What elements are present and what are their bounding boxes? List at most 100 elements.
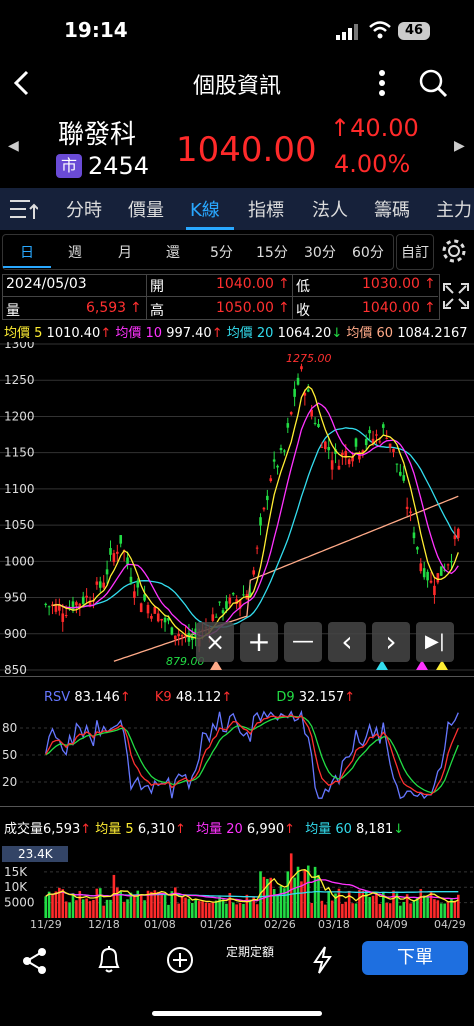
candle-body: [98, 581, 102, 588]
period-15min[interactable]: 15分: [256, 242, 288, 262]
tab-main-force[interactable]: 主力: [436, 196, 472, 222]
jump-to-latest-button[interactable]: ▶|: [416, 622, 454, 662]
candle-body: [324, 441, 327, 450]
volume-bar: [221, 899, 225, 918]
lightning-icon[interactable]: [310, 945, 334, 975]
volume-bar: [75, 900, 78, 918]
candlesticks: [44, 363, 460, 653]
candle-body: [119, 535, 123, 544]
up-arrow-icon: ↑: [424, 300, 436, 316]
tab-price-volume[interactable]: 價量: [128, 196, 164, 222]
zoom-in-button[interactable]: +: [240, 622, 278, 662]
volume-bar: [439, 903, 443, 918]
scroll-left-button[interactable]: ‹: [328, 622, 366, 662]
kd-tick: 20: [2, 775, 17, 789]
ma20-label: 均價 20: [226, 326, 274, 341]
add-watchlist-icon[interactable]: [166, 946, 194, 974]
volume-label: 成交量: [4, 822, 44, 837]
next-stock-icon[interactable]: ▶: [454, 138, 465, 154]
candle-body: [146, 604, 150, 614]
candle-body: [433, 585, 436, 595]
period-week[interactable]: 週: [68, 242, 82, 262]
volume-bar: [139, 895, 143, 918]
close-tool-button[interactable]: ×: [196, 622, 234, 662]
zoom-out-button[interactable]: —: [284, 622, 322, 662]
candle-body: [136, 580, 140, 588]
period-custom[interactable]: 自訂: [401, 242, 429, 262]
candle-body: [439, 566, 443, 576]
k9-label: K9: [154, 690, 172, 705]
volume-bar: [324, 904, 327, 918]
volume-bar: [392, 890, 395, 918]
candle-body: [395, 463, 399, 465]
volume-bar: [119, 891, 123, 918]
fullscreen-icon[interactable]: [442, 282, 470, 310]
candle-body: [95, 581, 99, 585]
volume-bar: [378, 903, 382, 918]
volume-bar: [167, 904, 170, 918]
volume-bar: [173, 887, 177, 918]
candle-body: [272, 459, 276, 462]
back-icon[interactable]: [10, 68, 34, 98]
more-icon[interactable]: [372, 68, 392, 98]
vol-ma5-label: 均量 5: [95, 822, 134, 837]
tab-intraday[interactable]: 分時: [66, 196, 102, 222]
search-icon[interactable]: [418, 68, 448, 98]
period-month[interactable]: 月: [118, 242, 132, 262]
volume-bar: [337, 888, 341, 918]
candle-body: [337, 465, 341, 470]
volume-bar: [81, 899, 85, 918]
period-restored[interactable]: 還: [166, 242, 180, 262]
volume-bar: [269, 877, 273, 918]
volume-bar: [317, 874, 320, 918]
candle-body: [330, 460, 334, 470]
price-tick: 850: [4, 663, 27, 676]
tab-chips[interactable]: 籌碼: [374, 196, 410, 222]
page-title: 個股資訊: [192, 74, 281, 99]
tab-indicators[interactable]: 指標: [248, 196, 284, 222]
scroll-right-button[interactable]: ›: [372, 622, 410, 662]
date-tick: 04/09: [376, 918, 408, 931]
place-order-button[interactable]: 下單: [362, 941, 468, 975]
period-60min[interactable]: 60分: [352, 242, 384, 262]
volume-bars: [44, 853, 460, 918]
d9-value: 32.157: [298, 690, 345, 705]
volume-bar: [402, 901, 406, 918]
schedule-invest-button[interactable]: 定期定額: [226, 945, 274, 960]
price-axis: 1300 1250 1200 1150 1100 1050 1000 950 900 850: [4, 342, 35, 676]
candle-body: [266, 495, 269, 501]
period-day[interactable]: 日: [20, 242, 34, 262]
candle-body: [180, 635, 184, 637]
candle-body: [231, 593, 235, 595]
candle-body: [405, 506, 409, 509]
prev-stock-icon[interactable]: ◀: [8, 138, 19, 154]
share-icon[interactable]: [22, 947, 50, 975]
candle-body: [368, 429, 371, 434]
candle-body: [150, 616, 153, 619]
period-30min[interactable]: 30分: [304, 242, 336, 262]
candle-body: [81, 596, 85, 604]
period-5min[interactable]: 5分: [210, 242, 233, 262]
price-tick: 1050: [4, 518, 35, 532]
volume-bar: [279, 885, 283, 918]
candle-body: [116, 551, 119, 554]
candle-body: [306, 389, 310, 392]
price-change-value: 40.00: [350, 114, 419, 142]
ma10-path: [52, 402, 459, 637]
tab-institutional[interactable]: 法人: [312, 196, 348, 222]
rsv-line: [45, 709, 459, 800]
menu-sort-icon[interactable]: [8, 197, 38, 221]
tab-k-line[interactable]: K線: [190, 196, 220, 222]
volume-bar: [433, 899, 436, 918]
settings-gear-icon[interactable]: [440, 237, 468, 265]
ma60-value: 1084.2167: [397, 326, 468, 341]
rsv-path: [45, 709, 459, 800]
candle-body: [313, 422, 317, 424]
candle-body: [419, 563, 423, 572]
candle-body: [276, 465, 279, 468]
bell-icon[interactable]: [94, 945, 124, 975]
stock-name: 聯發科: [58, 120, 137, 150]
kd-legend: RSV 83.146↑ K9 48.112↑ D9 32.157↑: [44, 690, 355, 705]
active-period-indicator: [3, 266, 51, 268]
volume-chart: 23.4K 15K10K 5000: [2, 846, 474, 918]
